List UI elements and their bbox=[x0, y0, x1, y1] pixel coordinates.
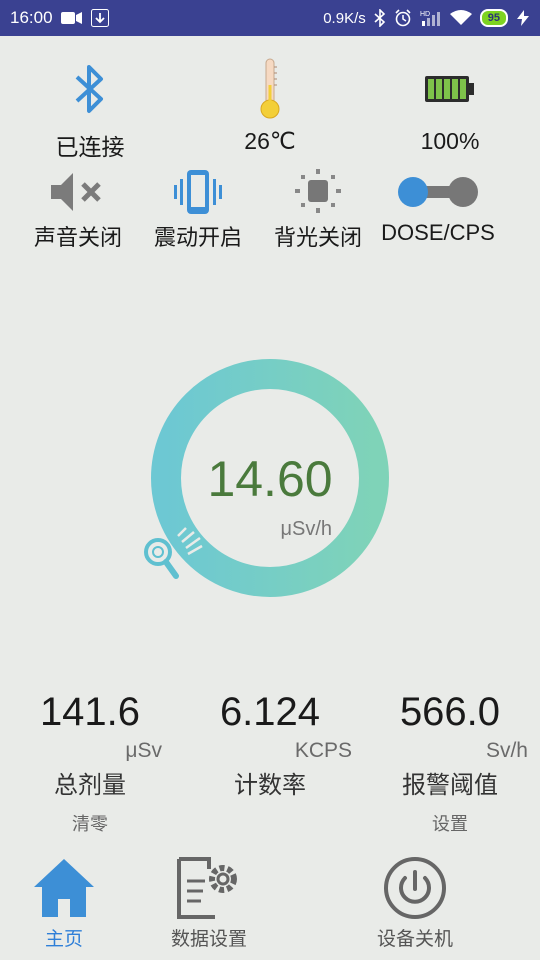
count-rate-title: 计数率 bbox=[234, 772, 306, 799]
data-settings-icon bbox=[175, 852, 243, 924]
alarm-threshold-unit: Sv/h bbox=[485, 739, 528, 762]
wifi-icon bbox=[449, 10, 472, 26]
dose-rate-value: 14.60 bbox=[207, 451, 333, 507]
toggle-switch-icon bbox=[397, 168, 479, 216]
nav-home[interactable]: 主页 bbox=[0, 852, 128, 960]
count-rate-unit: KCPS bbox=[294, 739, 352, 762]
backlight-icon bbox=[293, 168, 343, 216]
download-icon bbox=[90, 9, 109, 27]
vibrate-toggle[interactable]: 震动开启 bbox=[138, 168, 258, 252]
temperature-status: 26℃ bbox=[180, 50, 360, 162]
video-camera-icon bbox=[60, 11, 83, 25]
alarm-threshold-title: 报警阈值 bbox=[402, 772, 498, 799]
alarm-threshold-value: 566.0 bbox=[399, 690, 501, 734]
bluetooth-status[interactable]: 已连接 bbox=[0, 50, 180, 162]
nav-home-label: 主页 bbox=[44, 929, 83, 950]
power-icon bbox=[383, 852, 447, 924]
backlight-toggle-label: 背光关闭 bbox=[273, 225, 362, 250]
bluetooth-status-icon bbox=[374, 9, 386, 27]
battery-label: 100% bbox=[420, 128, 480, 154]
battery-level-badge: 95 bbox=[479, 9, 508, 27]
temperature-label: 26℃ bbox=[244, 128, 296, 154]
total-dose-unit: μSv bbox=[125, 739, 162, 762]
nav-device-power-label: 设备关机 bbox=[376, 929, 453, 950]
dose-cps-label: DOSE/CPS bbox=[381, 220, 495, 245]
thermometer-icon bbox=[257, 50, 283, 128]
vibrate-toggle-label: 震动开启 bbox=[153, 225, 242, 250]
home-icon bbox=[32, 852, 96, 924]
speaker-mute-icon bbox=[49, 168, 107, 216]
sound-toggle[interactable]: 声音关闭 bbox=[18, 168, 138, 252]
count-rate-value: 6.124 bbox=[219, 690, 321, 734]
clear-dose-button[interactable]: 清零 bbox=[0, 810, 180, 836]
dose-cps-toggle[interactable]: DOSE/CPS bbox=[378, 168, 498, 252]
total-dose-metric: 141.6 μSv 总剂量 清零 bbox=[0, 690, 180, 836]
battery-status: 100% bbox=[360, 50, 540, 162]
network-speed: 0.9K/s bbox=[323, 9, 366, 27]
set-threshold-button[interactable]: 设置 bbox=[360, 810, 540, 836]
nav-device-power[interactable]: 设备关机 bbox=[290, 852, 540, 960]
count-rate-metric: 6.124 KCPS 计数率 bbox=[180, 690, 360, 800]
charging-icon bbox=[516, 10, 530, 26]
search-scan-icon[interactable] bbox=[138, 524, 208, 588]
battery-icon bbox=[424, 50, 476, 128]
toggle-row: 声音关闭 震动开启 背光关闭 DOSE/CPS bbox=[0, 168, 540, 252]
nav-data-settings-label: 数据设置 bbox=[170, 929, 247, 950]
nav-data-settings[interactable]: 数据设置 bbox=[128, 852, 290, 960]
cellular-signal-icon: HD bbox=[420, 9, 442, 27]
bottom-nav: 主页 数据设置 设备关机 bbox=[0, 852, 540, 960]
device-status-row: 已连接 26℃ 100% bbox=[0, 50, 540, 162]
alarm-clock-icon bbox=[394, 9, 412, 27]
alarm-threshold-metric: 566.0 Sv/h 报警阈值 设置 bbox=[360, 690, 540, 836]
bluetooth-label: 已连接 bbox=[55, 134, 125, 160]
hd-badge: HD bbox=[420, 11, 430, 18]
sound-toggle-label: 声音关闭 bbox=[33, 225, 122, 250]
bluetooth-icon bbox=[73, 50, 107, 128]
status-bar: 16:00 0.9K/s HD 95 bbox=[0, 0, 540, 36]
backlight-toggle[interactable]: 背光关闭 bbox=[258, 168, 378, 252]
status-time: 16:00 bbox=[10, 8, 53, 27]
dose-rate-unit: μSv/h bbox=[280, 518, 332, 540]
total-dose-value: 141.6 bbox=[39, 690, 141, 734]
total-dose-title: 总剂量 bbox=[54, 772, 126, 799]
vibrate-icon bbox=[172, 168, 224, 216]
